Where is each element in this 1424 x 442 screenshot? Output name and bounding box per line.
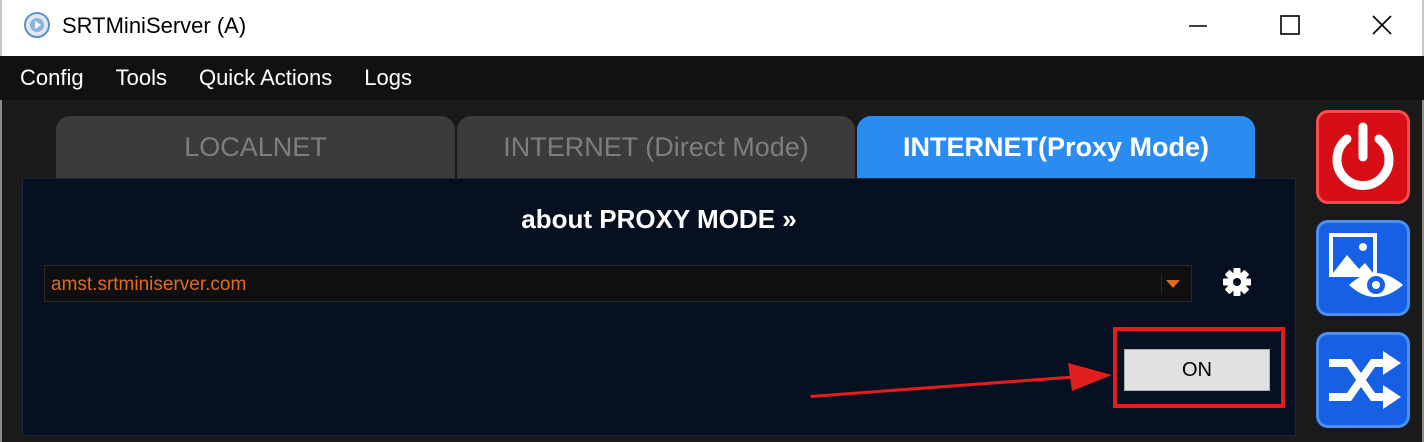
proxy-server-select[interactable]: amst.srtminiserver.com bbox=[44, 265, 1192, 302]
tab-localnet[interactable]: LOCALNET bbox=[56, 116, 455, 178]
annotation-arrow bbox=[810, 363, 1112, 398]
tab-internet-direct[interactable]: INTERNET (Direct Mode) bbox=[457, 116, 855, 178]
minimize-icon bbox=[1189, 25, 1207, 27]
menu-config[interactable]: Config bbox=[20, 65, 84, 91]
menu-bar: Config Tools Quick Actions Logs bbox=[0, 56, 1424, 100]
gear-icon[interactable] bbox=[1220, 265, 1254, 299]
image-eye-icon bbox=[1329, 233, 1403, 297]
shuffle-button[interactable] bbox=[1316, 332, 1410, 428]
about-proxy-mode-link[interactable]: about PROXY MODE » bbox=[0, 204, 1318, 235]
close-button[interactable] bbox=[1336, 0, 1424, 50]
preview-button[interactable] bbox=[1316, 220, 1410, 316]
app-icon bbox=[24, 12, 50, 38]
close-icon bbox=[1372, 15, 1392, 35]
menu-quick-actions[interactable]: Quick Actions bbox=[199, 65, 332, 91]
dropdown-arrow-icon[interactable] bbox=[1161, 274, 1183, 294]
proxy-server-value: amst.srtminiserver.com bbox=[51, 274, 247, 295]
minimize-button[interactable] bbox=[1152, 0, 1244, 50]
power-button[interactable] bbox=[1316, 110, 1410, 204]
shuffle-icon bbox=[1329, 351, 1401, 409]
menu-logs[interactable]: Logs bbox=[364, 65, 412, 91]
maximize-button[interactable] bbox=[1244, 0, 1336, 50]
on-button[interactable]: ON bbox=[1124, 349, 1270, 391]
menu-tools[interactable]: Tools bbox=[116, 65, 167, 91]
maximize-icon bbox=[1280, 15, 1300, 35]
title-bar: SRTMiniServer (A) bbox=[0, 0, 1424, 56]
window-title: SRTMiniServer (A) bbox=[62, 13, 247, 38]
tab-internet-proxy[interactable]: INTERNET(Proxy Mode) bbox=[857, 116, 1255, 178]
power-icon bbox=[1332, 122, 1394, 190]
